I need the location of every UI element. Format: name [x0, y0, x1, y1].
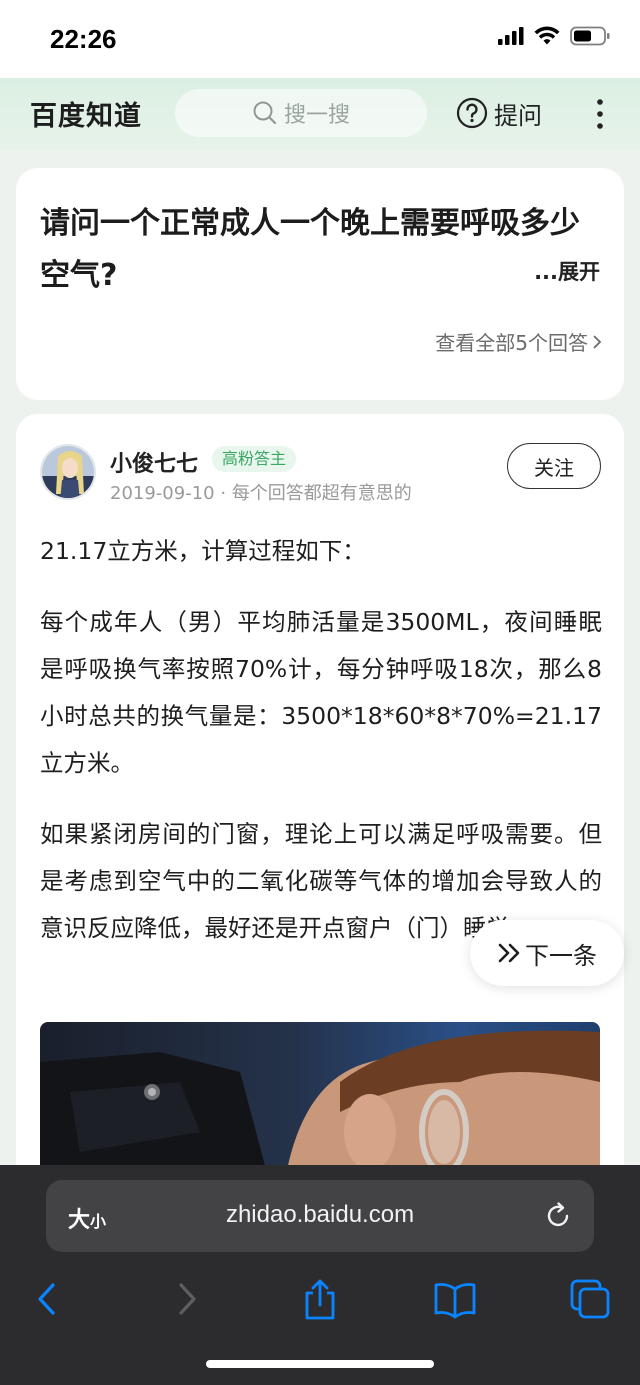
back-icon[interactable]	[26, 1277, 70, 1321]
avatar-image	[42, 446, 94, 498]
author-meta: 2019-09-10 · 每个回答都超有意思的	[110, 479, 412, 505]
app-header: 百度知道 搜一搜 提问	[0, 78, 640, 150]
status-icons	[498, 26, 610, 46]
wifi-icon	[534, 26, 560, 45]
author-name[interactable]: 小俊七七	[110, 446, 198, 478]
answer-paragraph: 21.17立方米，计算过程如下：	[40, 537, 366, 565]
expand-link[interactable]: ...展开	[534, 256, 600, 286]
double-chevron-right-icon	[498, 943, 520, 963]
answer-body: 21.17立方米，计算过程如下： 每个成年人（男）平均肺活量是3500ML，夜间…	[40, 528, 602, 976]
search-box[interactable]: 搜一搜	[175, 89, 427, 137]
answer-paragraph: 每个成年人（男）平均肺活量是3500ML，夜间睡眠是呼吸换气率按照70%计，每分…	[40, 608, 602, 777]
author-tagline: 每个回答都超有意思的	[231, 483, 412, 504]
follow-button[interactable]: 关注	[507, 443, 601, 489]
reload-icon[interactable]	[542, 1200, 574, 1232]
forward-icon[interactable]	[164, 1277, 208, 1321]
baidu-zhidao-logo[interactable]: 百度知道	[30, 94, 142, 133]
question-card: 请问一个正常成人一个晚上需要呼吸多少空气? ...展开 查看全部5个回答	[16, 168, 624, 400]
status-bar: 22:26	[0, 0, 640, 78]
url-bar[interactable]: 大小 zhidao.baidu.com	[46, 1180, 594, 1252]
avatar[interactable]	[40, 444, 96, 500]
question-icon	[456, 97, 488, 129]
browser-toolbar	[0, 1271, 640, 1327]
more-options-icon[interactable]	[590, 96, 610, 132]
cellular-signal-icon	[498, 27, 524, 45]
next-answer-button[interactable]: 下一条	[470, 920, 624, 986]
ask-button[interactable]: 提问	[456, 94, 542, 132]
meta-separator: ·	[220, 483, 227, 504]
author-badge: 高粉答主	[212, 446, 297, 472]
answer-card: 小俊七七 高粉答主 2019-09-10 · 每个回答都超有意思的 关注 21.…	[16, 414, 624, 1222]
home-indicator	[206, 1360, 434, 1368]
share-icon[interactable]	[298, 1277, 342, 1321]
question-title[interactable]: 请问一个正常成人一个晚上需要呼吸多少空气?	[40, 198, 605, 302]
search-placeholder: 搜一搜	[283, 103, 350, 128]
view-all-answers-link[interactable]: 查看全部5个回答	[435, 327, 602, 356]
view-all-label: 查看全部5个回答	[435, 331, 588, 355]
browser-bottom-bar: 大小 zhidao.baidu.com	[0, 1165, 640, 1385]
chevron-right-icon	[593, 334, 602, 349]
search-icon	[253, 101, 277, 125]
bookmarks-icon[interactable]	[433, 1277, 477, 1321]
next-label: 下一条	[525, 941, 597, 970]
ask-label: 提问	[494, 101, 542, 130]
battery-icon	[570, 26, 610, 46]
status-time: 22:26	[50, 24, 117, 54]
tabs-icon[interactable]	[568, 1277, 612, 1321]
answer-date: 2019-09-10	[110, 483, 215, 504]
url-text[interactable]: zhidao.baidu.com	[46, 1201, 594, 1229]
